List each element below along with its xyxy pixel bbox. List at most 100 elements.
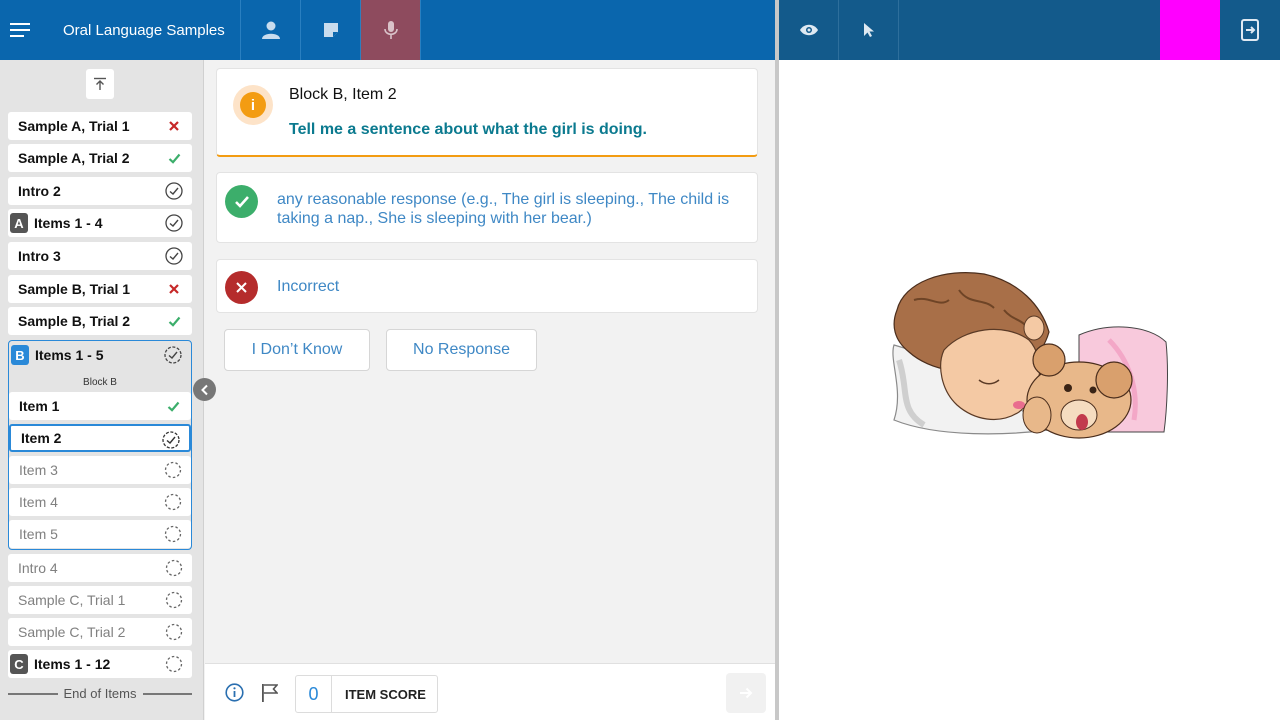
- note-icon: [323, 23, 338, 37]
- sidebar-item-intro-3[interactable]: Intro 3: [8, 242, 192, 270]
- dont-know-button[interactable]: I Don’t Know: [224, 329, 370, 371]
- app-title: Oral Language Samples: [42, 0, 241, 60]
- info-icon: i: [240, 92, 266, 118]
- sidebar-item-sample-b-trial-2[interactable]: Sample B, Trial 2: [8, 307, 192, 335]
- x-circle-icon: [225, 271, 258, 304]
- microphone-icon: [383, 21, 398, 39]
- stimulus-panel: [779, 60, 1280, 720]
- sidebar-item-label: Items 1 - 12: [34, 656, 111, 672]
- pending-icon: [165, 655, 183, 673]
- correct-response-text: any reasonable response (e.g., The girl …: [277, 191, 730, 227]
- incorrect-response-text: Incorrect: [277, 278, 340, 295]
- item-score-label: ITEM SCORE: [345, 686, 426, 702]
- sidebar-item-item-2[interactable]: Item 2: [9, 424, 191, 452]
- sidebar-item-label: Sample C, Trial 1: [18, 592, 126, 608]
- item-prompt-card: i Block B, Item 2 Tell me a sentence abo…: [216, 68, 758, 157]
- bottom-bar: 0 ITEM SCORE: [205, 663, 775, 720]
- sidebar-item-item-1[interactable]: Item 1: [9, 392, 191, 420]
- sidebar-item-label: Items 1 - 5: [35, 347, 104, 363]
- circle-check-icon: [165, 182, 183, 200]
- item-score-value: 0: [296, 676, 332, 712]
- sidebar-item-label: Item 3: [19, 462, 58, 478]
- menu-button[interactable]: [0, 0, 42, 60]
- circle-check-icon: [165, 247, 183, 265]
- sidebar-item-label: Item 1: [19, 398, 60, 414]
- eye-icon: [799, 24, 818, 36]
- sidebar-item-label: Items 1 - 4: [34, 215, 103, 231]
- notes-button[interactable]: [301, 0, 361, 60]
- item-sidebar: Sample A, Trial 1 Sample A, Trial 2 Intr…: [0, 60, 204, 720]
- user-icon: [261, 21, 280, 39]
- block-badge: A: [10, 213, 28, 233]
- flag-button[interactable]: [259, 682, 279, 702]
- scroll-to-top-button[interactable]: [86, 69, 114, 99]
- sidebar-item-sample-a-trial-2[interactable]: Sample A, Trial 2: [8, 144, 192, 172]
- sidebar-item-block-a[interactable]: A Items 1 - 4: [8, 209, 192, 237]
- sidebar-item-intro-2[interactable]: Intro 2: [8, 177, 192, 205]
- item-score: 0 ITEM SCORE: [295, 675, 438, 713]
- pending-icon: [165, 591, 183, 609]
- next-button[interactable]: [726, 673, 766, 713]
- sidebar-item-item-5[interactable]: Item 5: [9, 520, 191, 548]
- end-of-items: End of Items: [8, 686, 193, 701]
- sidebar-item-block-b[interactable]: B Items 1 - 5: [9, 341, 191, 369]
- pending-icon: [165, 559, 183, 577]
- exit-icon: [1241, 19, 1259, 41]
- sidebar-item-label: Item 4: [19, 494, 58, 510]
- user-button[interactable]: [241, 0, 301, 60]
- exit-button[interactable]: [1220, 0, 1280, 60]
- incorrect-response-option[interactable]: Incorrect: [216, 259, 758, 313]
- arrow-up-to-line-icon: [94, 77, 106, 90]
- sidebar-item-label: Sample A, Trial 2: [18, 150, 130, 166]
- sidebar-item-item-3[interactable]: Item 3: [9, 456, 191, 484]
- sidebar-item-sample-c-trial-1[interactable]: Sample C, Trial 1: [8, 586, 192, 614]
- chevron-left-icon: [200, 384, 208, 395]
- sidebar-item-sample-b-trial-1[interactable]: Sample B, Trial 1: [8, 275, 192, 303]
- pending-icon: [165, 623, 183, 641]
- item-title: Block B, Item 2: [289, 86, 397, 103]
- top-bar-right: [779, 0, 1280, 60]
- check-icon: [165, 312, 183, 330]
- block-label: Block B: [83, 377, 117, 388]
- sidebar-item-label: Sample A, Trial 1: [18, 118, 130, 134]
- no-response-button[interactable]: No Response: [386, 329, 537, 371]
- sidebar-item-sample-c-trial-2[interactable]: Sample C, Trial 2: [8, 618, 192, 646]
- collapse-sidebar-button[interactable]: [193, 378, 216, 401]
- block-badge: C: [10, 654, 28, 674]
- circle-check-icon: [165, 214, 183, 232]
- sidebar-item-label: Sample B, Trial 2: [18, 313, 131, 329]
- correct-response-option[interactable]: any reasonable response (e.g., The girl …: [216, 172, 758, 243]
- in-progress-icon: [164, 346, 182, 364]
- highlight-block: [1160, 0, 1220, 60]
- sidebar-item-item-4[interactable]: Item 4: [9, 488, 191, 516]
- info-button[interactable]: [224, 682, 244, 702]
- pending-icon: [164, 525, 182, 543]
- end-of-items-label: End of Items: [63, 686, 137, 701]
- incorrect-x-icon: [165, 117, 183, 135]
- block-badge: B: [11, 345, 29, 365]
- check-icon: [165, 149, 183, 167]
- microphone-button[interactable]: [361, 0, 421, 60]
- info-outline-icon: [224, 682, 244, 702]
- incorrect-x-icon: [165, 280, 183, 298]
- sidebar-item-intro-4[interactable]: Intro 4: [8, 554, 192, 582]
- check-icon: [164, 397, 182, 415]
- sidebar-item-label: Item 2: [21, 430, 62, 446]
- sidebar-item-block-c[interactable]: C Items 1 - 12: [8, 650, 192, 678]
- pointer-icon: [863, 23, 874, 37]
- pointer-button[interactable]: [839, 0, 899, 60]
- sidebar-item-label: Sample B, Trial 1: [18, 281, 131, 297]
- stimulus-image: [892, 272, 1168, 439]
- check-circle-icon: [225, 185, 258, 218]
- sidebar-item-label: Intro 2: [18, 183, 61, 199]
- sidebar-item-label: Intro 4: [18, 560, 58, 576]
- sidebar-item-label: Intro 3: [18, 248, 61, 264]
- info-icon-wrap: i: [233, 85, 273, 125]
- sidebar-item-sample-a-trial-1[interactable]: Sample A, Trial 1: [8, 112, 192, 140]
- pending-icon: [164, 461, 182, 479]
- menu-icon: [10, 23, 30, 37]
- flag-icon: [261, 683, 278, 702]
- view-button[interactable]: [779, 0, 839, 60]
- item-prompt: Tell me a sentence about what the girl i…: [289, 121, 647, 138]
- pending-icon: [164, 493, 182, 511]
